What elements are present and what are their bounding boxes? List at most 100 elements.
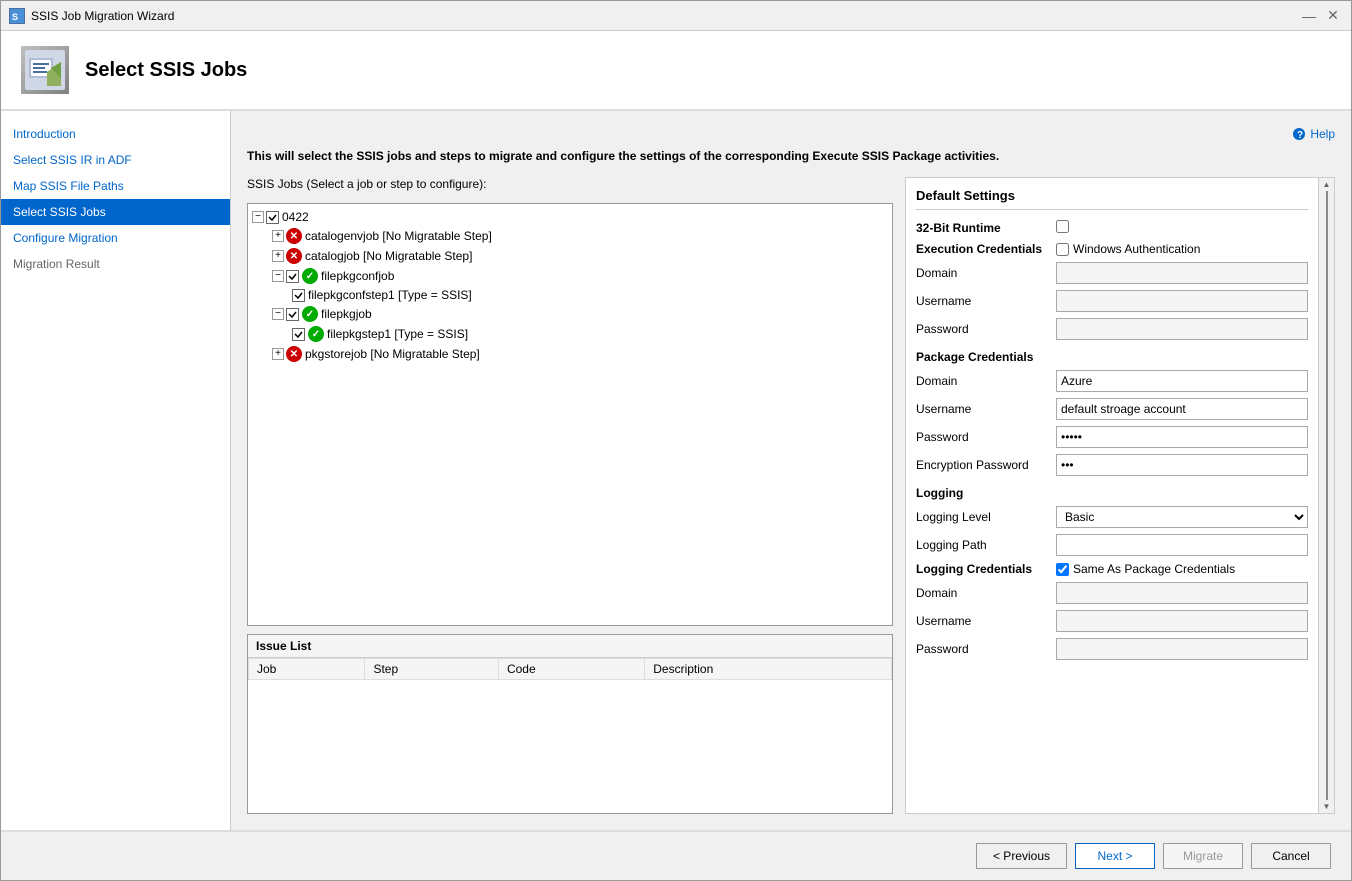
header-icon [21, 46, 69, 94]
tree-checkbox[interactable] [292, 328, 305, 341]
exec-creds-label: Execution Credentials [916, 242, 1056, 256]
logging-path-input[interactable] [1056, 534, 1308, 556]
tree-expander[interactable]: + [272, 230, 284, 242]
log-domain-input[interactable] [1056, 582, 1308, 604]
windows-auth-label: Windows Authentication [1073, 242, 1200, 256]
tree-checkbox[interactable] [286, 270, 299, 283]
enc-password-row: Encryption Password [916, 454, 1308, 476]
pkg-username-input[interactable] [1056, 398, 1308, 420]
right-panel-content[interactable]: Default Settings 32-Bit Runtime [906, 178, 1318, 813]
domain-row: Domain [916, 262, 1308, 284]
tree-checkbox[interactable] [292, 289, 305, 302]
same-as-pkg-control: Same As Package Credentials [1056, 562, 1308, 576]
enc-password-label: Encryption Password [916, 458, 1056, 472]
tree-expander[interactable]: − [252, 211, 264, 223]
col-step: Step [365, 659, 499, 680]
settings-panel: Default Settings 32-Bit Runtime [906, 178, 1318, 676]
domain-input[interactable] [1056, 262, 1308, 284]
log-creds-row: Logging Credentials Same As Package Cred… [916, 562, 1308, 576]
tree-checkbox[interactable] [266, 211, 279, 224]
logging-level-row: Logging Level Basic None Performance Ver… [916, 506, 1308, 528]
runtime-checkbox[interactable] [1056, 220, 1069, 233]
logging-title: Logging [916, 486, 1308, 500]
log-password-input[interactable] [1056, 638, 1308, 660]
sidebar-item-select-ssis-ir[interactable]: Select SSIS IR in ADF [1, 147, 230, 173]
sidebar-item-map-ssis-file-paths[interactable]: Map SSIS File Paths [1, 173, 230, 199]
sidebar-item-select-ssis-jobs[interactable]: Select SSIS Jobs [1, 199, 230, 225]
col-description: Description [645, 659, 892, 680]
tree-label: filepkgconfstep1 [Type = SSIS] [308, 288, 472, 302]
close-button[interactable]: ✕ [1323, 6, 1343, 26]
app-icon: S [9, 8, 25, 24]
tree-label: pkgstorejob [No Migratable Step] [305, 347, 480, 361]
sidebar-item-configure-migration[interactable]: Configure Migration [1, 225, 230, 251]
log-domain-row: Domain [916, 582, 1308, 604]
log-password-label: Password [916, 642, 1056, 656]
error-icon: ✕ [286, 228, 302, 244]
log-username-control [1056, 610, 1308, 632]
logging-level-select[interactable]: Basic None Performance Verbose [1056, 506, 1308, 528]
description-text: This will select the SSIS jobs and steps… [247, 149, 1335, 163]
scroll-up-arrow[interactable]: ▲ [1323, 180, 1331, 189]
pkg-domain-control [1056, 370, 1308, 392]
tree-expander[interactable]: + [272, 250, 284, 262]
title-bar-controls: — ✕ [1299, 6, 1343, 26]
tree-row[interactable]: + ✕ pkgstorejob [No Migratable Step] [252, 344, 888, 364]
tree-label: catalogjob [No Migratable Step] [305, 249, 472, 263]
runtime-control [1056, 220, 1308, 236]
username-row: Username [916, 290, 1308, 312]
enc-password-control [1056, 454, 1308, 476]
pkg-domain-input[interactable] [1056, 370, 1308, 392]
log-domain-label: Domain [916, 586, 1056, 600]
pkg-username-control [1056, 398, 1308, 420]
error-icon: ✕ [286, 248, 302, 264]
tree-row[interactable]: − ✓ filepkgconfjob [252, 266, 888, 286]
previous-button[interactable]: < Previous [976, 843, 1067, 869]
password-row: Password [916, 318, 1308, 340]
username-input[interactable] [1056, 290, 1308, 312]
pkg-password-input[interactable] [1056, 426, 1308, 448]
tree-label: filepkgconfjob [321, 269, 394, 283]
cancel-button[interactable]: Cancel [1251, 843, 1331, 869]
enc-password-input[interactable] [1056, 454, 1308, 476]
windows-auth-checkbox[interactable] [1056, 243, 1069, 256]
header: Select SSIS Jobs [1, 31, 1351, 111]
next-button[interactable]: Next > [1075, 843, 1155, 869]
tree-checkbox[interactable] [286, 308, 299, 321]
tree-label: filepkgjob [321, 307, 372, 321]
issue-panel-header: Issue List [248, 635, 892, 658]
scroll-thumb[interactable] [1326, 191, 1328, 800]
sidebar-item-introduction[interactable]: Introduction [1, 121, 230, 147]
same-as-pkg-checkbox[interactable] [1056, 563, 1069, 576]
tree-row[interactable]: − 0422 [252, 208, 888, 226]
tree-row[interactable]: − ✓ filepkgjob [252, 304, 888, 324]
minimize-button[interactable]: — [1299, 6, 1319, 26]
tree-expander[interactable]: + [272, 348, 284, 360]
tree-row[interactable]: + ✕ catalogjob [No Migratable Step] [252, 246, 888, 266]
scroll-down-arrow[interactable]: ▼ [1323, 802, 1331, 811]
log-username-input[interactable] [1056, 610, 1308, 632]
log-password-control [1056, 638, 1308, 660]
tree-row[interactable]: ✓ filepkgstep1 [Type = SSIS] [252, 324, 888, 344]
logging-path-row: Logging Path [916, 534, 1308, 556]
tree-expander[interactable]: − [272, 308, 284, 320]
help-link[interactable]: ? Help [1292, 127, 1335, 141]
logging-path-label: Logging Path [916, 538, 1056, 552]
right-panel-scrollbar[interactable]: ▲ ▼ [1318, 178, 1334, 813]
migrate-button[interactable]: Migrate [1163, 843, 1243, 869]
sidebar-item-migration-result: Migration Result [1, 251, 230, 277]
issue-table[interactable]: Job Step Code Description [248, 658, 892, 813]
username-label: Username [916, 294, 1056, 308]
tree-panel[interactable]: − 0422 + ✕ catalogenvjob [N [247, 203, 893, 626]
pkg-username-label: Username [916, 402, 1056, 416]
col-code: Code [498, 659, 644, 680]
tree-row[interactable]: + ✕ catalogenvjob [No Migratable Step] [252, 226, 888, 246]
log-username-label: Username [916, 614, 1056, 628]
help-label: Help [1310, 127, 1335, 141]
password-input[interactable] [1056, 318, 1308, 340]
content-area: ? Help This will select the SSIS jobs an… [231, 111, 1351, 830]
tree-row[interactable]: filepkgconfstep1 [Type = SSIS] [252, 286, 888, 304]
tree-label: 0422 [282, 210, 309, 224]
right-panel: Default Settings 32-Bit Runtime [905, 177, 1335, 814]
tree-expander[interactable]: − [272, 270, 284, 282]
